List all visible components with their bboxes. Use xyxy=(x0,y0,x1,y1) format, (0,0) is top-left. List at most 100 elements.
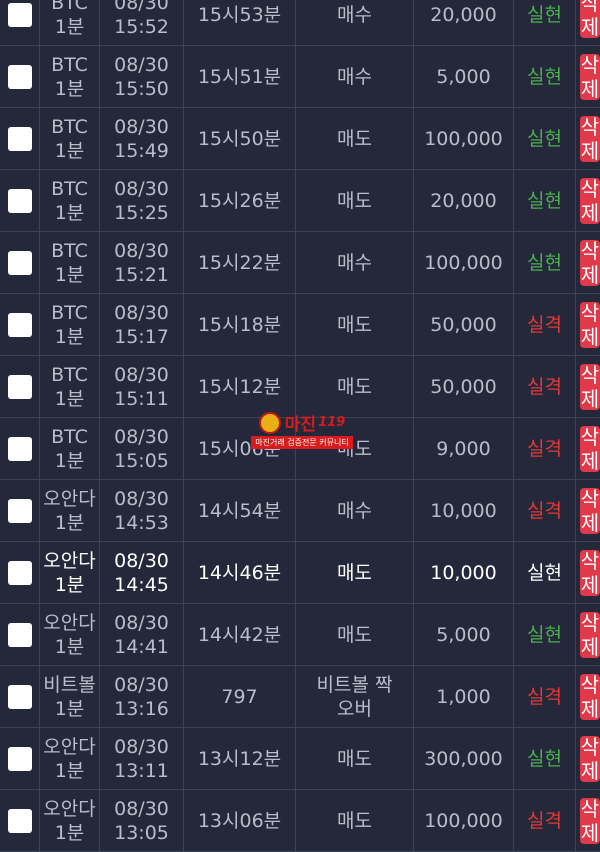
row-checkbox[interactable] xyxy=(7,560,32,585)
table-row: BTC 1분 08/30 15:11 15시12분 매도 50,000 실격 삭제 xyxy=(0,356,600,418)
action-cell: 삭제 xyxy=(576,170,600,231)
delete-button[interactable]: 삭제 xyxy=(580,673,600,721)
pick-value: 비트볼 짝 xyxy=(316,673,393,696)
result-status: 실현 xyxy=(527,747,562,770)
result-status: 실현 xyxy=(527,561,562,584)
bet-datetime: 15:50 xyxy=(114,77,169,100)
game-name: 오안다 xyxy=(43,487,96,510)
delete-button[interactable]: 삭제 xyxy=(580,301,600,349)
result-status: 실현 xyxy=(527,623,562,646)
delete-button[interactable]: 삭제 xyxy=(580,797,600,845)
bet-datetime: 13:16 xyxy=(114,697,169,720)
game-name: 1분 xyxy=(54,759,85,782)
table-row: 오안다 1분 08/30 13:11 13시12분 매도 300,000 실현 삭제 xyxy=(0,728,600,790)
pick-cell: 매도 xyxy=(296,542,414,603)
delete-button[interactable]: 삭제 xyxy=(580,53,600,101)
game-cell: BTC 1분 xyxy=(40,0,100,45)
row-checkbox[interactable] xyxy=(7,436,32,461)
checkbox-cell xyxy=(0,542,40,603)
pick-cell: 매도 xyxy=(296,604,414,665)
row-checkbox[interactable] xyxy=(7,188,32,213)
date-cell: 08/30 15:05 xyxy=(100,418,184,479)
bet-amount: 9,000 xyxy=(436,437,491,460)
emblem-icon xyxy=(258,411,281,434)
row-checkbox[interactable] xyxy=(7,64,32,89)
round-cell: 15시50분 xyxy=(184,108,296,169)
row-checkbox[interactable] xyxy=(7,684,32,709)
action-cell: 삭제 xyxy=(576,294,600,355)
row-checkbox[interactable] xyxy=(7,374,32,399)
game-name: BTC xyxy=(51,363,88,386)
game-name: 1분 xyxy=(54,201,85,224)
round-value: 15시53분 xyxy=(197,3,282,26)
result-status: 실현 xyxy=(527,3,562,26)
pick-cell: 매도 xyxy=(296,728,414,789)
delete-button[interactable]: 삭제 xyxy=(580,425,600,473)
delete-button[interactable]: 삭제 xyxy=(580,611,600,659)
row-checkbox[interactable] xyxy=(7,250,32,275)
row-checkbox[interactable] xyxy=(7,746,32,771)
delete-button[interactable]: 삭제 xyxy=(580,115,600,163)
row-checkbox[interactable] xyxy=(7,622,32,647)
game-cell: BTC 1분 xyxy=(40,356,100,417)
row-checkbox[interactable] xyxy=(7,808,32,833)
bet-amount: 50,000 xyxy=(430,375,497,398)
round-value: 14시42분 xyxy=(197,623,282,646)
checkbox-cell xyxy=(0,108,40,169)
game-name: 1분 xyxy=(54,263,85,286)
delete-button[interactable]: 삭제 xyxy=(580,735,600,783)
round-value: 14시46분 xyxy=(197,561,282,584)
delete-button[interactable]: 삭제 xyxy=(580,487,600,535)
result-cell: 실현 xyxy=(514,0,576,45)
table-row: 오안다 1분 08/30 14:41 14시42분 매도 5,000 실현 삭제 xyxy=(0,604,600,666)
result-status: 실격 xyxy=(527,437,562,460)
row-checkbox[interactable] xyxy=(7,498,32,523)
checkbox-cell xyxy=(0,790,40,851)
amount-cell: 100,000 xyxy=(414,232,514,293)
amount-cell: 1,000 xyxy=(414,666,514,727)
table-row: 오안다 1분 08/30 13:05 13시06분 매도 100,000 실격 삭제 xyxy=(0,790,600,852)
game-cell: 오안다 1분 xyxy=(40,480,100,541)
amount-cell: 5,000 xyxy=(414,46,514,107)
bet-datetime: 15:05 xyxy=(114,449,169,472)
game-name: 오안다 xyxy=(43,797,96,820)
delete-button[interactable]: 삭제 xyxy=(580,239,600,287)
row-checkbox[interactable] xyxy=(7,126,32,151)
bet-datetime: 08/30 xyxy=(114,301,169,324)
delete-button[interactable]: 삭제 xyxy=(580,363,600,411)
action-cell: 삭제 xyxy=(576,790,600,851)
checkbox-cell xyxy=(0,170,40,231)
delete-button[interactable]: 삭제 xyxy=(580,0,600,39)
action-cell: 삭제 xyxy=(576,356,600,417)
bet-datetime: 15:52 xyxy=(114,15,169,38)
bet-datetime: 08/30 xyxy=(114,611,169,634)
game-cell: BTC 1분 xyxy=(40,108,100,169)
delete-button[interactable]: 삭제 xyxy=(580,177,600,225)
pick-value: 매도 xyxy=(337,747,372,770)
row-checkbox[interactable] xyxy=(7,312,32,337)
row-checkbox[interactable] xyxy=(7,2,32,27)
round-cell: 797 xyxy=(184,666,296,727)
bet-datetime: 15:21 xyxy=(114,263,169,286)
amount-cell: 100,000 xyxy=(414,790,514,851)
bet-datetime: 08/30 xyxy=(114,177,169,200)
amount-cell: 20,000 xyxy=(414,0,514,45)
bet-amount: 5,000 xyxy=(436,623,491,646)
game-cell: 오안다 1분 xyxy=(40,790,100,851)
amount-cell: 9,000 xyxy=(414,418,514,479)
checkbox-cell xyxy=(0,418,40,479)
checkbox-cell xyxy=(0,232,40,293)
delete-button[interactable]: 삭제 xyxy=(580,549,600,597)
round-cell: 14시46분 xyxy=(184,542,296,603)
table-row: 비트볼 1분 08/30 13:16 797 비트볼 짝 오버 1,000 실격 삭제 xyxy=(0,666,600,728)
bet-amount: 20,000 xyxy=(430,189,497,212)
round-cell: 15시51분 xyxy=(184,46,296,107)
bet-amount: 300,000 xyxy=(424,747,503,770)
action-cell: 삭제 xyxy=(576,480,600,541)
date-cell: 08/30 13:05 xyxy=(100,790,184,851)
table-row: 오안다 1분 08/30 14:45 14시46분 매도 10,000 실현 삭제 xyxy=(0,542,600,604)
pick-value: 매수 xyxy=(337,3,372,26)
amount-cell: 50,000 xyxy=(414,294,514,355)
game-cell: BTC 1분 xyxy=(40,418,100,479)
bet-datetime: 08/30 xyxy=(114,797,169,820)
